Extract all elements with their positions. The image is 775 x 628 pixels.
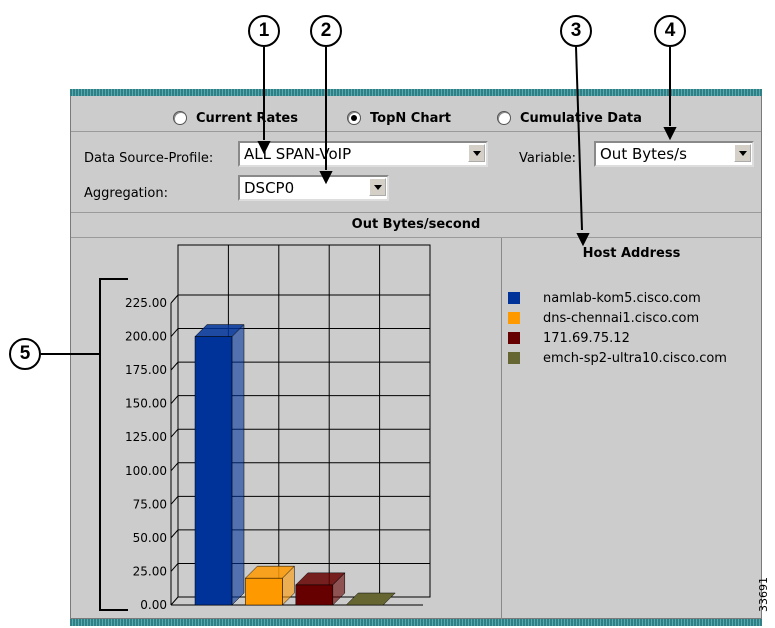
y-tick-label: 225.00 (125, 296, 167, 310)
y-tick-label: 75.00 (133, 497, 167, 511)
callout-3-line (575, 46, 583, 231)
grid-line-floor (170, 428, 179, 438)
grid-line-floor (170, 462, 179, 472)
callout-3-arrow (576, 233, 590, 247)
grid-line-floor (170, 529, 179, 539)
y-tick-label: 150.00 (125, 397, 167, 411)
y-tick-label: 200.00 (125, 330, 167, 344)
grid-line-floor (170, 294, 179, 304)
bar-front (194, 336, 233, 606)
y-tick-label: 25.00 (133, 564, 167, 578)
y-tick-label: 100.00 (125, 464, 167, 478)
grid-line-floor (170, 395, 179, 404)
grid-line-floor (170, 328, 179, 337)
y-tick-label: 50.00 (133, 531, 167, 545)
y-tick-label: 175.00 (125, 363, 167, 377)
callout-4-arrow (663, 127, 677, 141)
callout-5-bracket (99, 278, 128, 611)
bar-side (231, 323, 245, 606)
bar-1 (194, 323, 245, 606)
grid-line-floor (170, 496, 179, 505)
bar-front (295, 584, 334, 606)
bar-2 (244, 565, 296, 606)
grid-line-floor (170, 361, 179, 371)
y-tick-label: 125.00 (125, 430, 167, 444)
y-tick-label: 0.00 (140, 598, 167, 612)
callout-2-arrow (319, 171, 333, 185)
bar-front (245, 577, 283, 606)
bar-3 (295, 572, 346, 606)
chart-ticks: 0.00 25.00 50.00 75.00 100.00 125.00 150.00 175… (125, 296, 167, 612)
grid-line-floor (170, 596, 179, 606)
callout-1-arrow (257, 141, 271, 155)
topn-bar-chart: 0.00 25.00 50.00 75.00 100.00 125.00 150.00 175… (41, 46, 677, 612)
grid-line-floor (170, 563, 179, 572)
